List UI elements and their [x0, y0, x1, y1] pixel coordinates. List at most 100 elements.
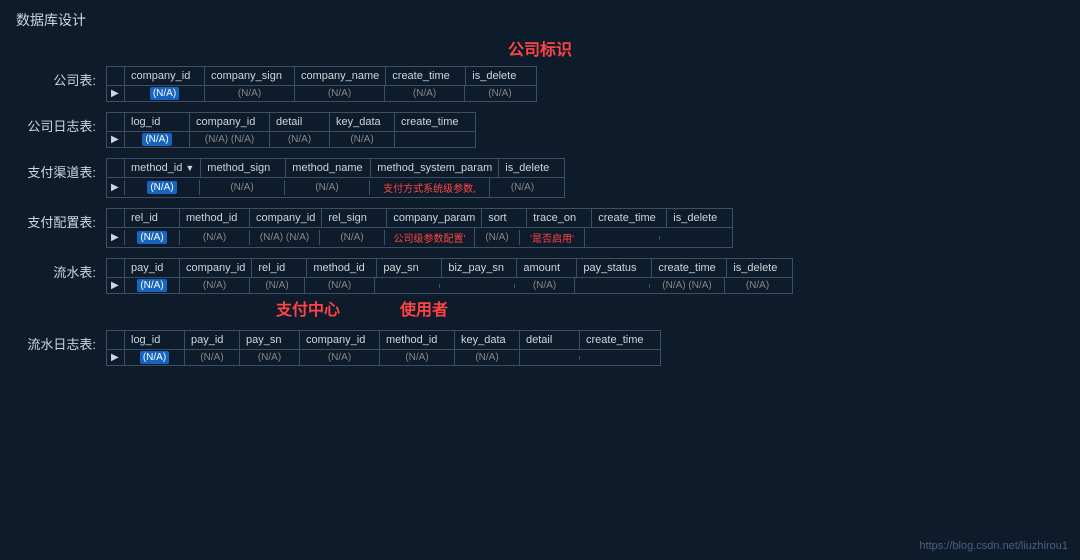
col-cell-0-3: (N/A): [385, 86, 465, 101]
col-cell-5-6: [520, 356, 580, 360]
col-header-1-4: create_time: [395, 113, 475, 131]
col-cell-3-7: [585, 236, 660, 240]
col-cell-4-7: [575, 284, 650, 288]
col-header-5-6: detail: [520, 331, 580, 349]
col-header-2-3: method_system_param: [371, 159, 499, 177]
col-header-4-3: method_id: [307, 259, 377, 277]
col-header-5-2: pay_sn: [240, 331, 300, 349]
col-header-4-9: is_delete: [727, 259, 792, 277]
row-arrow-4: ▶: [107, 278, 125, 293]
table-row-container-1: 公司日志表: log_idcompany_iddetailkey_datacrea…: [16, 112, 1064, 148]
db-table-1: log_idcompany_iddetailkey_datacreate_tim…: [106, 112, 476, 148]
col-header-4-5: biz_pay_sn: [442, 259, 517, 277]
col-cell-4-0: (N/A): [125, 278, 180, 293]
col-header-4-2: rel_id: [252, 259, 307, 277]
col-cell-1-0: (N/A): [125, 132, 190, 147]
col-cell-3-5: (N/A): [475, 230, 520, 245]
col-header-2-4: is_delete: [499, 159, 564, 177]
col-header-3-7: create_time: [592, 209, 667, 227]
col-cell-2-0: (N/A): [125, 180, 200, 195]
col-header-2-0: method_id ▼: [125, 159, 201, 177]
col-header-1-1: company_id: [190, 113, 270, 131]
table-label-4: 流水表:: [16, 258, 96, 281]
col-cell-5-5: (N/A): [455, 350, 520, 365]
col-header-4-4: pay_sn: [377, 259, 442, 277]
table-row-container-0: 公司表: company_idcompany_signcompany_namecr…: [16, 66, 1064, 102]
row-arrow-2: ▶: [107, 180, 125, 195]
col-cell-1-2: (N/A): [270, 132, 330, 147]
col-cell-4-1: (N/A): [180, 278, 250, 293]
col-cell-2-4: (N/A): [490, 180, 555, 195]
row-arrow-3: ▶: [107, 230, 125, 245]
col-header-3-4: company_param: [387, 209, 482, 227]
col-header-4-7: pay_status: [577, 259, 652, 277]
page-title: 数据库设计: [0, 0, 1080, 36]
col-header-5-5: key_data: [455, 331, 520, 349]
row-arrow-5: ▶: [107, 350, 125, 365]
col-cell-4-9: (N/A): [725, 278, 790, 293]
db-table-4: pay_idcompany_idrel_idmethod_idpay_snbiz…: [106, 258, 793, 320]
col-cell-2-3: 支付方式系统级参数,: [370, 178, 490, 197]
db-table-3: rel_idmethod_idcompany_idrel_signcompany…: [106, 208, 733, 248]
table-row-container-3: 支付配置表:rel_idmethod_idcompany_idrel_signc…: [16, 208, 1064, 248]
table-row-container-5: 流水日志表: log_idpay_idpay_sncompany_idmethod…: [16, 330, 1064, 366]
col-cell-1-1: (N/A) (N/A): [190, 132, 270, 147]
watermark: https://blog.csdn.net/liuzhirou1: [919, 540, 1068, 552]
col-header-5-7: create_time: [580, 331, 660, 349]
col-header-3-1: method_id: [180, 209, 250, 227]
col-header-1-2: detail: [270, 113, 330, 131]
col-header-3-2: company_id: [250, 209, 322, 227]
col-header-3-5: sort: [482, 209, 527, 227]
col-cell-0-2: (N/A): [295, 86, 385, 101]
row-arrow-1: ▶: [107, 132, 125, 147]
col-cell-5-7: [580, 356, 660, 360]
table-label-5: 流水日志表:: [16, 330, 96, 353]
main-content: 公司表: company_idcompany_signcompany_namecr…: [0, 66, 1080, 366]
db-table-5: log_idpay_idpay_sncompany_idmethod_idkey…: [106, 330, 661, 366]
col-header-4-1: company_id: [180, 259, 252, 277]
table-row-container-2: 支付渠道表: method_id ▼method_signmethod_namem…: [16, 158, 1064, 198]
col-header-3-3: rel_sign: [322, 209, 387, 227]
col-cell-3-4: 公司级参数配置': [385, 228, 475, 247]
col-cell-0-0: (N/A): [125, 86, 205, 101]
col-cell-0-4: (N/A): [465, 86, 535, 101]
col-header-4-0: pay_id: [125, 259, 180, 277]
col-cell-2-1: (N/A): [200, 180, 285, 195]
table-label-0: 公司表:: [16, 66, 96, 89]
col-cell-4-3: (N/A): [305, 278, 375, 293]
col-cell-3-0: (N/A): [125, 230, 180, 245]
col-cell-3-6: '是否启用': [520, 228, 585, 247]
col-header-0-3: create_time: [386, 67, 466, 85]
col-cell-3-3: (N/A): [320, 230, 385, 245]
col-header-2-1: method_sign: [201, 159, 286, 177]
col-cell-3-1: (N/A): [180, 230, 250, 245]
col-cell-5-2: (N/A): [240, 350, 300, 365]
col-header-5-4: method_id: [380, 331, 455, 349]
col-cell-4-8: (N/A) (N/A): [650, 278, 725, 293]
row-arrow-0: ▶: [107, 86, 125, 101]
col-header-4-8: create_time: [652, 259, 727, 277]
db-table-2: method_id ▼method_signmethod_namemethod_…: [106, 158, 565, 198]
col-cell-4-4: [375, 284, 440, 288]
col-header-5-0: log_id: [125, 331, 185, 349]
col-cell-5-0: (N/A): [125, 350, 185, 365]
col-cell-4-5: [440, 284, 515, 288]
col-header-2-2: method_name: [286, 159, 371, 177]
col-cell-3-8: [660, 236, 725, 240]
col-cell-5-4: (N/A): [380, 350, 455, 365]
col-header-3-0: rel_id: [125, 209, 180, 227]
table-label-1: 公司日志表:: [16, 112, 96, 135]
col-header-4-6: amount: [517, 259, 577, 277]
col-cell-2-2: (N/A): [285, 180, 370, 195]
col-cell-4-6: (N/A): [515, 278, 575, 293]
special-label-1: 使用者: [400, 296, 448, 320]
center-label: 公司标识: [0, 36, 1080, 60]
table-row-container-4: 流水表:pay_idcompany_idrel_idmethod_idpay_s…: [16, 258, 1064, 320]
col-cell-0-1: (N/A): [205, 86, 295, 101]
col-header-1-0: log_id: [125, 113, 190, 131]
db-table-0: company_idcompany_signcompany_namecreate…: [106, 66, 537, 102]
col-header-0-2: company_name: [295, 67, 386, 85]
table-label-2: 支付渠道表:: [16, 158, 96, 181]
col-header-3-8: is_delete: [667, 209, 732, 227]
special-label-0: 支付中心: [276, 296, 340, 320]
